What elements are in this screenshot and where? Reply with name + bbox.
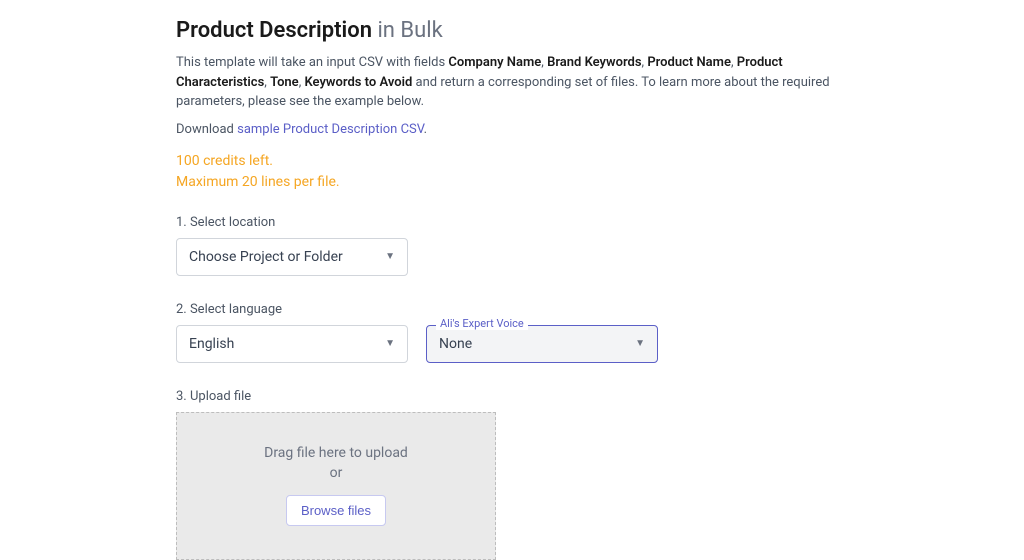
title-suffix: in Bulk: [372, 18, 443, 43]
browse-files-button[interactable]: Browse files: [286, 495, 386, 526]
step-upload-label: 3. Upload file: [176, 389, 850, 404]
chevron-down-icon: ▼: [385, 251, 395, 262]
voice-select-value: None: [439, 336, 472, 352]
template-description: This template will take an input CSV wit…: [176, 53, 846, 112]
voice-floating-label: Ali's Expert Voice: [436, 317, 528, 330]
location-select[interactable]: Choose Project or Folder ▼: [176, 238, 408, 276]
step-location-label: 1. Select location: [176, 215, 850, 230]
drag-text: Drag file here to upload: [264, 445, 408, 461]
chevron-down-icon: ▼: [635, 338, 645, 349]
sample-csv-link[interactable]: sample Product Description CSV: [237, 122, 424, 137]
language-select[interactable]: English ▼: [176, 325, 408, 363]
page-title: Product Description in Bulk: [176, 18, 850, 43]
voice-select[interactable]: None ▼: [426, 325, 658, 363]
or-text: or: [330, 465, 343, 481]
credits-info: 100 credits left. Maximum 20 lines per f…: [176, 151, 850, 193]
title-main: Product Description: [176, 18, 372, 43]
file-dropzone[interactable]: Drag file here to upload or Browse files: [176, 412, 496, 560]
location-select-value: Choose Project or Folder: [189, 249, 343, 265]
credits-left: 100 credits left.: [176, 151, 850, 172]
download-line: Download sample Product Description CSV.: [176, 122, 850, 137]
step-language-label: 2. Select language: [176, 302, 850, 317]
chevron-down-icon: ▼: [385, 338, 395, 349]
language-select-value: English: [189, 336, 234, 352]
max-lines: Maximum 20 lines per file.: [176, 172, 850, 193]
